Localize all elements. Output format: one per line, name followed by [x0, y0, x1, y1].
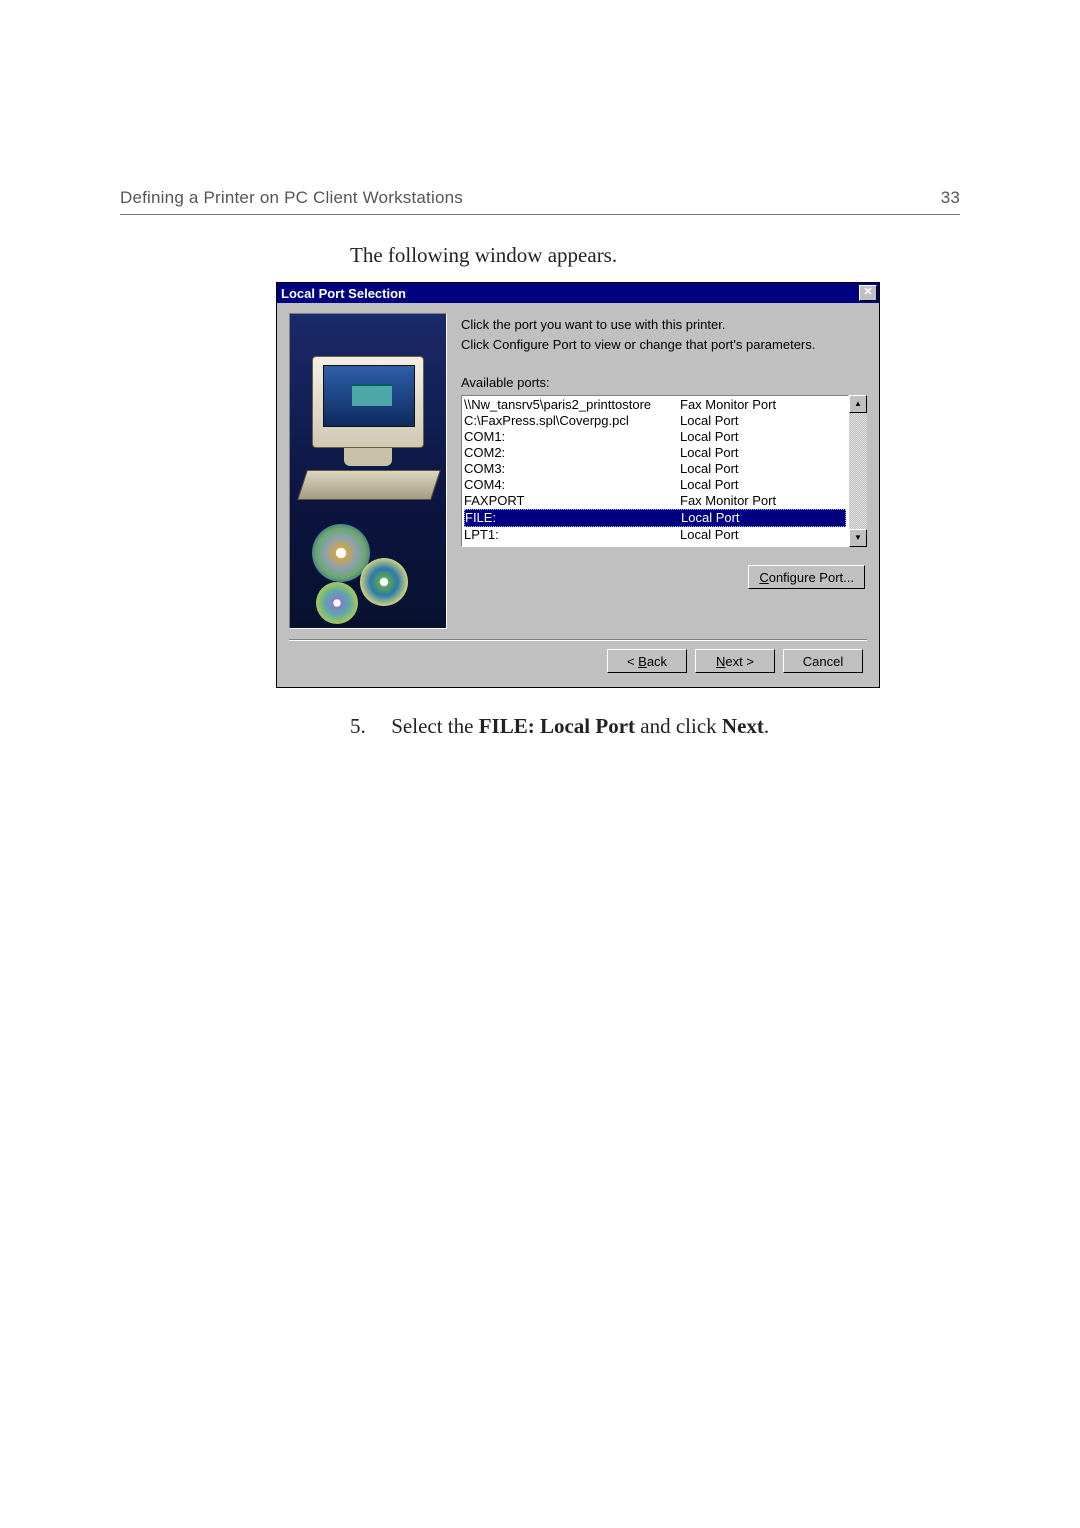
port-row[interactable]: \\Nw_tansrv5\paris2_printtostoreFax Moni… [464, 397, 846, 413]
scroll-track[interactable] [849, 413, 867, 529]
configure-post: onfigure Port... [769, 570, 854, 585]
cancel-button[interactable]: Cancel [783, 649, 863, 673]
page-header-left: Defining a Printer on PC Client Workstat… [120, 188, 463, 208]
port-row[interactable]: COM1:Local Port [464, 429, 846, 445]
close-icon[interactable]: ✕ [859, 285, 877, 301]
port-row[interactable]: COM4:Local Port [464, 477, 846, 493]
port-type: Local Port [680, 527, 739, 543]
port-row[interactable]: FILE:Local Port [464, 509, 846, 527]
port-type: Local Port [680, 429, 739, 445]
next-post: ext > [725, 654, 754, 669]
wizard-sidebar-image [289, 313, 447, 629]
next-button[interactable]: Next > [695, 649, 775, 673]
step-number: 5. [350, 714, 386, 739]
back-pre: < [627, 654, 638, 669]
next-accel: N [716, 654, 725, 669]
port-name: COM2: [464, 445, 680, 461]
port-name: C:\FaxPress.spl\Coverpg.pcl [464, 413, 680, 429]
port-row[interactable]: FAXPORTFax Monitor Port [464, 493, 846, 509]
dialog-instruction-1: Click the port you want to use with this… [461, 317, 867, 333]
listbox-scrollbar[interactable]: ▲ ▼ [849, 395, 867, 547]
port-name: FAXPORT [464, 493, 680, 509]
port-name: COM3: [464, 461, 680, 477]
step-text-before: Select the [391, 714, 478, 738]
scroll-up-icon[interactable]: ▲ [849, 395, 867, 413]
dialog-instruction-2: Click Configure Port to view or change t… [461, 337, 867, 353]
configure-port-button[interactable]: Configure Port... [748, 565, 865, 589]
step-bold-file-local-port: FILE: Local Port [479, 714, 635, 738]
scroll-down-icon[interactable]: ▼ [849, 529, 867, 547]
port-type: Fax Monitor Port [680, 493, 776, 509]
dialog-title: Local Port Selection [281, 286, 406, 301]
port-type: Local Port [680, 477, 739, 493]
port-name: COM1: [464, 429, 680, 445]
port-type: Fax Monitor Port [680, 397, 776, 413]
port-type: Local Port [680, 445, 739, 461]
port-name: LPT1: [464, 527, 680, 543]
port-name: FILE: [465, 510, 681, 526]
intro-text: The following window appears. [350, 243, 960, 268]
port-type: Local Port [681, 510, 740, 526]
dialog-separator [289, 639, 867, 641]
port-type: Local Port [680, 461, 739, 477]
step-5: 5. Select the FILE: Local Port and click… [350, 714, 960, 739]
dialog-titlebar: Local Port Selection ✕ [277, 283, 879, 303]
page-number: 33 [941, 188, 960, 208]
port-type: Local Port [680, 413, 739, 429]
port-name: \\Nw_tansrv5\paris2_printtostore [464, 397, 680, 413]
port-row[interactable]: LPT1:Local Port [464, 527, 846, 543]
available-ports-listbox[interactable]: \\Nw_tansrv5\paris2_printtostoreFax Moni… [461, 395, 849, 547]
configure-accel: C [759, 570, 768, 585]
available-ports-label: Available ports: [461, 375, 867, 391]
header-rule [120, 214, 960, 215]
back-post: ack [647, 654, 667, 669]
back-accel: B [638, 654, 647, 669]
port-name: COM4: [464, 477, 680, 493]
step-bold-next: Next [722, 714, 764, 738]
port-row[interactable]: COM2:Local Port [464, 445, 846, 461]
local-port-selection-dialog: Local Port Selection ✕ Click the port yo… [276, 282, 880, 688]
step-text-mid: and click [635, 714, 722, 738]
back-button[interactable]: < Back [607, 649, 687, 673]
step-text-after: . [764, 714, 769, 738]
port-row[interactable]: C:\FaxPress.spl\Coverpg.pclLocal Port [464, 413, 846, 429]
port-row[interactable]: COM3:Local Port [464, 461, 846, 477]
